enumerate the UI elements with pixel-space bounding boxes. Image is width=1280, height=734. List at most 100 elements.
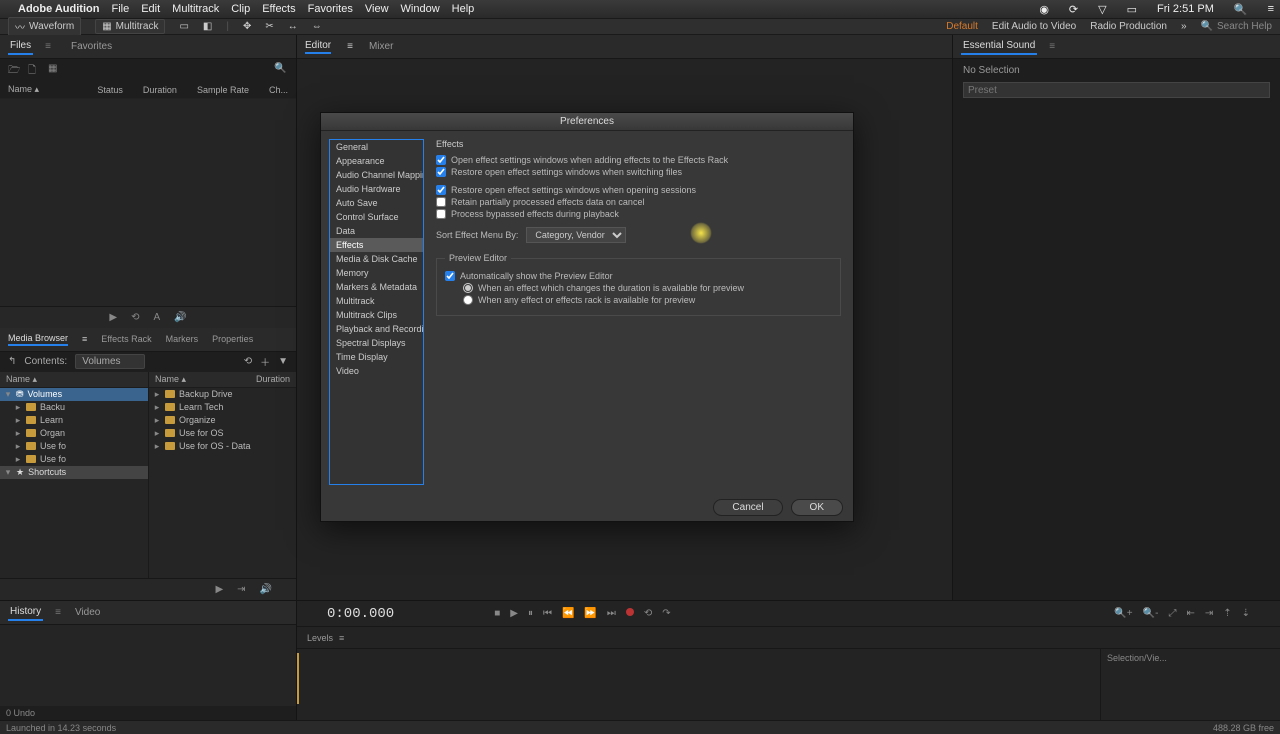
mb-play-icon[interactable]: ▶ xyxy=(215,584,223,595)
workspace-default[interactable]: Default xyxy=(946,21,978,32)
razor-tool-icon[interactable]: ✂ xyxy=(265,21,273,32)
menu-effects[interactable]: Effects xyxy=(262,3,295,15)
stop-icon[interactable]: ■ xyxy=(494,608,500,619)
list-item[interactable]: ▸Use for OS - Data xyxy=(149,440,296,453)
list-item[interactable]: ▸Use for OS xyxy=(149,427,296,440)
record-icon[interactable] xyxy=(626,608,634,616)
es-panel-menu-icon[interactable]: ≡ xyxy=(1049,41,1055,52)
zoom-selection-in-icon[interactable]: ⇤ xyxy=(1186,608,1194,619)
workspace-audio-video[interactable]: Edit Audio to Video xyxy=(992,21,1076,32)
pref-category-spectral-displays[interactable]: Spectral Displays xyxy=(330,336,423,350)
checkbox[interactable] xyxy=(436,155,446,165)
checkbox[interactable] xyxy=(436,185,446,195)
checkbox[interactable] xyxy=(436,209,446,219)
tab-favorites[interactable]: Favorites xyxy=(69,39,114,54)
mb-up-icon[interactable]: ↰ xyxy=(8,356,16,367)
menu-edit[interactable]: Edit xyxy=(141,3,160,15)
mb-col1-head[interactable]: Name ▴ xyxy=(6,374,37,385)
tab-editor[interactable]: Editor xyxy=(305,40,331,54)
sort-select[interactable]: Category, Vendor xyxy=(526,227,626,243)
tab-effects-rack[interactable]: Effects Rack xyxy=(101,334,151,344)
pref-category-auto-save[interactable]: Auto Save xyxy=(330,196,423,210)
menu-multitrack[interactable]: Multitrack xyxy=(172,3,219,15)
files-autoplay-icon[interactable]: A xyxy=(153,312,160,323)
menu-clip[interactable]: Clip xyxy=(231,3,250,15)
loop-icon[interactable]: ⟲ xyxy=(644,608,652,619)
spotlight-icon[interactable]: 🔍 xyxy=(1234,3,1248,16)
check-retain-partial[interactable]: Retain partially processed effects data … xyxy=(436,197,841,207)
tab-history[interactable]: History xyxy=(8,604,43,621)
insert-clip-icon[interactable]: ▦ xyxy=(48,63,62,77)
files-play-icon[interactable]: ▶ xyxy=(109,312,117,323)
mb-new-folder-icon[interactable]: ＋ xyxy=(260,354,270,369)
pref-category-multitrack[interactable]: Multitrack xyxy=(330,294,423,308)
mb-row-volumes[interactable]: ▾⛃Volumes xyxy=(0,388,148,401)
pref-category-memory[interactable]: Memory xyxy=(330,266,423,280)
slip-tool-icon[interactable]: ↔ xyxy=(288,21,298,32)
tab-video[interactable]: Video xyxy=(73,605,102,620)
zoom-amp-in-icon[interactable]: ⇡ xyxy=(1223,608,1231,619)
tab-files[interactable]: Files xyxy=(8,38,33,55)
workspace-more-icon[interactable]: » xyxy=(1181,21,1187,32)
zoom-in-icon[interactable]: 🔍+ xyxy=(1114,608,1132,619)
multitrack-button[interactable]: ▦Multitrack xyxy=(95,19,165,34)
status-wifi-icon[interactable]: ▽ xyxy=(1098,3,1106,16)
levels-label[interactable]: Levels xyxy=(307,633,333,643)
pause-icon[interactable]: ⏸ xyxy=(528,608,533,619)
list-item[interactable]: ▸Organ xyxy=(0,427,148,440)
status-battery-icon[interactable]: ▭ xyxy=(1127,3,1137,16)
pref-category-media-disk-cache[interactable]: Media & Disk Cache xyxy=(330,252,423,266)
pref-category-playback-and-recording[interactable]: Playback and Recording xyxy=(330,322,423,336)
pref-category-general[interactable]: General xyxy=(330,140,423,154)
move-tool-icon[interactable]: ✥ xyxy=(243,21,251,32)
open-file-icon[interactable]: 🗁 xyxy=(8,63,22,77)
checkbox[interactable] xyxy=(445,271,455,281)
pref-category-markers-metadata[interactable]: Markers & Metadata xyxy=(330,280,423,294)
files-col-status[interactable]: Status xyxy=(97,85,123,95)
prev-icon[interactable]: ⏮ xyxy=(543,608,552,619)
menu-file[interactable]: File xyxy=(111,3,129,15)
levels-panel-menu-icon[interactable]: ≡ xyxy=(339,633,344,643)
app-menu[interactable]: Adobe Audition xyxy=(18,3,99,15)
editor-panel-menu-icon[interactable]: ≡ xyxy=(347,41,353,52)
menu-help[interactable]: Help xyxy=(452,3,475,15)
mb-col2-head-name[interactable]: Name ▴ xyxy=(155,374,186,385)
history-panel-menu-icon[interactable]: ≡ xyxy=(55,607,61,618)
check-restore-session[interactable]: Restore open effect settings windows whe… xyxy=(436,185,841,195)
check-open-on-add[interactable]: Open effect settings windows when adding… xyxy=(436,155,841,165)
list-item[interactable]: ▸Backup Drive xyxy=(149,388,296,401)
pref-category-audio-channel-mapping[interactable]: Audio Channel Mapping xyxy=(330,168,423,182)
es-preset-select[interactable]: Preset xyxy=(963,82,1270,98)
list-item[interactable]: ▸Organize xyxy=(149,414,296,427)
pref-category-multitrack-clips[interactable]: Multitrack Clips xyxy=(330,308,423,322)
list-item[interactable]: ▸Learn Tech xyxy=(149,401,296,414)
pref-category-video[interactable]: Video xyxy=(330,364,423,378)
files-search-icon[interactable]: 🔍 xyxy=(274,63,288,77)
files-panel-menu-icon[interactable]: ≡ xyxy=(45,41,51,52)
menubar-clock[interactable]: Fri 2:51 PM xyxy=(1157,3,1214,15)
timecode[interactable]: 0:00.000 xyxy=(327,606,394,622)
next-icon[interactable]: ⏭ xyxy=(607,608,616,619)
ok-button[interactable]: OK xyxy=(791,499,843,516)
menu-window[interactable]: Window xyxy=(401,3,440,15)
status-sync-icon[interactable]: ⟳ xyxy=(1069,3,1078,16)
pref-category-data[interactable]: Data xyxy=(330,224,423,238)
files-col-name[interactable]: Name ▴ xyxy=(8,84,77,95)
files-col-samplerate[interactable]: Sample Rate xyxy=(197,85,249,95)
hud-toggle-icon[interactable]: ▭ xyxy=(179,21,188,32)
mb-panel-menu-icon[interactable]: ≡ xyxy=(82,334,87,344)
files-col-channels[interactable]: Ch... xyxy=(269,85,288,95)
pref-category-effects[interactable]: Effects xyxy=(330,238,423,252)
zoom-amp-out-icon[interactable]: ⇣ xyxy=(1242,608,1250,619)
tab-mixer[interactable]: Mixer xyxy=(369,41,393,52)
mb-filter-icon[interactable]: ▼ xyxy=(278,356,288,367)
list-item[interactable]: ▸Learn xyxy=(0,414,148,427)
radio[interactable] xyxy=(463,295,473,305)
rewind-icon[interactable]: ⏪ xyxy=(562,608,574,619)
menu-view[interactable]: View xyxy=(365,3,389,15)
zoom-selection-out-icon[interactable]: ⇥ xyxy=(1205,608,1213,619)
checkbox[interactable] xyxy=(436,197,446,207)
list-item[interactable]: ▸Use fo xyxy=(0,453,148,466)
spectral-toggle-icon[interactable]: ◧ xyxy=(203,21,212,32)
mb-shortcuts[interactable]: ▾★Shortcuts xyxy=(0,466,148,479)
